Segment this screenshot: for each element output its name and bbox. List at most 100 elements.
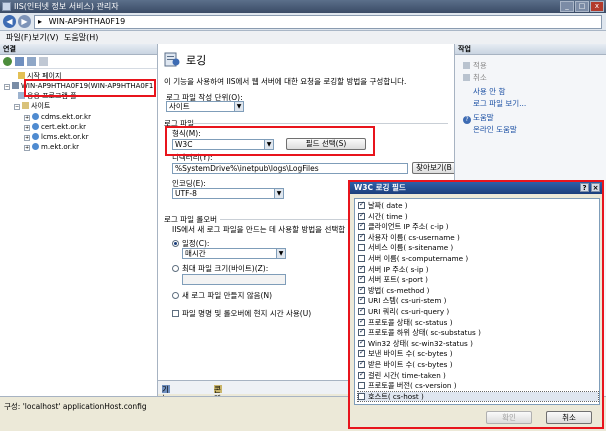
log-per-select[interactable]: 사이트 ▼ [166, 101, 244, 112]
dialog-title: W3C 로깅 필드 [354, 183, 406, 192]
field-item[interactable]: 보낸 바이트 수( sc-bytes ) [358, 348, 453, 359]
checkbox-checked-icon[interactable] [358, 306, 365, 316]
menu-help[interactable]: 도움말(H) [64, 31, 98, 44]
field-item[interactable]: 방법( cs-method ) [358, 285, 430, 296]
field-item[interactable]: 프로토콜 버전( cs-version ) [358, 381, 457, 391]
page-description: 이 기능을 사용하여 IIS에서 웹 서버에 대한 요청을 로깅할 방법을 구성… [164, 77, 407, 86]
checkbox-checked-icon[interactable] [358, 200, 365, 210]
collapse-icon[interactable]: − [14, 104, 20, 110]
ok-button[interactable]: 확인 [486, 411, 532, 424]
checkbox-icon[interactable] [358, 244, 365, 252]
field-label: 클라이언트 IP 주소( c-ip ) [368, 222, 449, 232]
checkbox-checked-icon[interactable] [358, 295, 365, 305]
expand-icon[interactable]: + [24, 125, 30, 131]
save-icon[interactable] [15, 57, 24, 66]
checkbox-checked-icon[interactable] [358, 327, 365, 337]
action-view-logs[interactable]: 로그 파일 보기... [473, 98, 526, 109]
field-item[interactable]: URI 스템( cs-uri-stem ) [358, 295, 446, 306]
action-disable[interactable]: 사용 안 함 [473, 86, 505, 97]
checkbox-checked-icon[interactable] [358, 317, 365, 326]
checkbox-checked-icon[interactable] [358, 274, 365, 284]
field-label: 프로토콜 버전( cs-version ) [368, 381, 457, 391]
action-apply[interactable]: 적용 [463, 60, 487, 71]
action-online-help[interactable]: 온라인 도움말 [473, 124, 517, 135]
action-help[interactable]: ? 도움말 [463, 112, 494, 124]
field-label: URI 쿼리( cs-uri-query ) [368, 307, 450, 316]
action-cancel[interactable]: 취소 [463, 72, 487, 83]
field-item[interactable]: Win32 상태( sc-win32-status ) [358, 338, 473, 349]
cancel-button[interactable]: 취소 [546, 411, 592, 424]
tree-item-site[interactable]: + lcms.ekt.or.kr [24, 133, 89, 142]
field-item[interactable]: 서버 IP 주소( s-ip ) [358, 264, 429, 275]
field-item[interactable]: 프로토콜 하위 상태( sc-substatus ) [358, 327, 481, 338]
checkbox-icon[interactable] [358, 382, 365, 390]
tree-item-site[interactable]: + cert.ekt.or.kr [24, 123, 86, 132]
refresh-icon[interactable] [39, 57, 48, 66]
field-label: 방법( cs-method ) [368, 285, 430, 295]
connections-header: 연결 [0, 44, 157, 55]
dialog-close-button[interactable]: × [591, 183, 600, 192]
minimize-button[interactable]: _ [560, 1, 574, 12]
field-item[interactable]: 받은 바이트 수( cs-bytes ) [358, 359, 453, 370]
max-size-radio[interactable]: 최대 파일 크기(바이트)(Z): [172, 263, 268, 274]
expand-icon[interactable]: + [24, 135, 30, 141]
menu-view[interactable]: 보기(V) [32, 31, 58, 44]
field-item[interactable]: 클라이언트 IP 주소( c-ip ) [358, 221, 449, 232]
field-item[interactable]: 사용자 이름( cs-username ) [358, 232, 460, 243]
address-bar: ◀ ▶ ▸ WIN-AP9HTHA0F19 [0, 13, 606, 31]
field-label: 서버 IP 주소( s-ip ) [368, 264, 429, 274]
server-icon [12, 82, 19, 89]
field-item[interactable]: 서버 이름( s-computername ) [358, 254, 468, 264]
no-new-file-radio[interactable]: 새 로그 파일 만들지 않음(N) [172, 290, 272, 301]
encoding-select[interactable]: UTF-8 ▼ [172, 188, 284, 199]
checkbox-icon[interactable] [358, 392, 365, 400]
checkbox-checked-icon[interactable] [358, 348, 365, 358]
address-box[interactable]: ▸ WIN-AP9HTHA0F19 [34, 15, 602, 29]
checkbox-checked-icon[interactable] [358, 359, 365, 369]
back-icon[interactable]: ◀ [3, 15, 16, 28]
checkbox-checked-icon[interactable] [358, 264, 365, 273]
up-icon[interactable] [27, 57, 36, 66]
expand-icon[interactable]: + [24, 115, 30, 121]
close-button[interactable]: x [590, 1, 604, 12]
checkbox-checked-icon[interactable] [358, 232, 365, 241]
checkbox-checked-icon[interactable] [358, 221, 365, 231]
help-icon: ? [463, 116, 471, 124]
field-item[interactable]: 호스트( cs-host ) [357, 390, 599, 403]
expand-icon[interactable]: + [24, 145, 30, 151]
checkbox-checked-icon[interactable] [358, 338, 365, 347]
checkbox-checked-icon[interactable] [358, 285, 365, 294]
field-item[interactable]: 시간( time ) [358, 211, 408, 222]
directory-input[interactable]: %SystemDrive%\inetpub\logs\LogFiles [172, 163, 408, 174]
field-label: 프로토콜 상태( sc-status ) [368, 317, 453, 327]
checkbox-icon[interactable] [358, 255, 365, 262]
field-item[interactable]: 서비스 이름( s-sitename ) [358, 243, 453, 253]
address-path[interactable]: WIN-AP9HTHA0F19 [49, 17, 126, 26]
browse-button[interactable]: 찾아보기(B [412, 162, 454, 174]
tree-item-site[interactable]: + m.ekt.or.kr [24, 143, 79, 152]
collapse-icon[interactable]: − [4, 84, 10, 90]
connect-icon[interactable] [3, 57, 12, 66]
tree-item-site[interactable]: + cdms.ekt.or.kr [24, 113, 91, 122]
maximize-button[interactable]: □ [575, 1, 589, 12]
cancel-icon [463, 74, 470, 81]
app-icon [2, 2, 11, 11]
field-label: 서비스 이름( s-sitename ) [368, 243, 454, 253]
checkbox-checked-icon[interactable] [358, 370, 365, 379]
field-item[interactable]: URI 쿼리( cs-uri-query ) [358, 306, 450, 317]
schedule-select[interactable]: 매시간 ▼ [182, 248, 286, 259]
field-item[interactable]: 프로토콜 상태( sc-status ) [358, 317, 453, 328]
field-label: 받은 바이트 수( cs-bytes ) [368, 360, 453, 369]
field-item[interactable]: 서버 포트( s-port ) [358, 274, 428, 285]
status-text: 구성: 'localhost' applicationHost.config [4, 402, 147, 411]
field-item[interactable]: 날짜( date ) [358, 200, 408, 211]
forward-icon[interactable]: ▶ [18, 15, 31, 28]
dialog-help-button[interactable]: ? [580, 183, 589, 192]
tree-item-sites[interactable]: − 사이트 [14, 102, 50, 111]
menu-file[interactable]: 파일(F) [6, 31, 32, 44]
checkbox-checked-icon[interactable] [358, 211, 365, 220]
field-item[interactable]: 걸린 시간( time-taken ) [358, 370, 446, 381]
local-time-checkbox[interactable]: 파일 명명 및 롤오버에 현지 시간 사용(U) [172, 308, 311, 319]
folder-icon [22, 102, 29, 109]
max-size-input[interactable] [182, 274, 286, 285]
